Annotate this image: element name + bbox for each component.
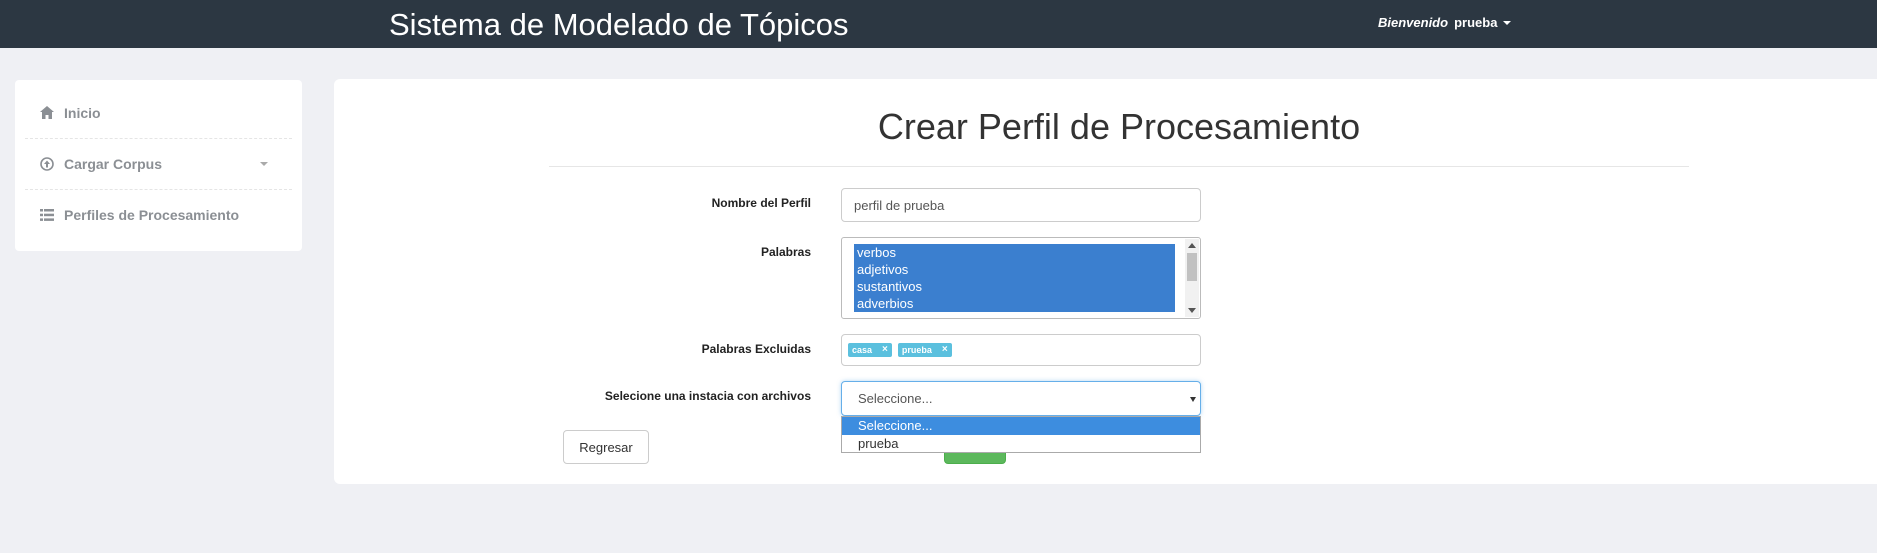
top-navbar: Sistema de Modelado de Tópicos Bienvenid… xyxy=(0,0,1877,48)
welcome-text: Bienvenido xyxy=(1378,15,1449,30)
close-icon[interactable]: × xyxy=(942,343,948,357)
sidebar-item-label: Perfiles de Procesamiento xyxy=(64,207,240,223)
upload-icon xyxy=(39,157,55,171)
list-item[interactable]: adverbios xyxy=(854,295,1175,312)
list-icon xyxy=(39,208,55,222)
home-icon xyxy=(39,106,55,120)
app-title[interactable]: Sistema de Modelado de Tópicos xyxy=(389,7,849,43)
list-item[interactable]: sustantivos xyxy=(854,278,1175,295)
title-divider xyxy=(549,166,1689,167)
tag-label: casa xyxy=(852,345,873,355)
instance-dropdown-list: Seleccione... prueba xyxy=(841,416,1201,453)
instance-select[interactable]: Seleccione... xyxy=(841,381,1201,416)
chevron-down-icon xyxy=(1190,397,1196,402)
sidebar-item-cargar-corpus[interactable]: Cargar Corpus xyxy=(25,138,292,189)
sidebar-item-label: Inicio xyxy=(64,104,101,121)
page-title: Crear Perfil de Procesamiento xyxy=(877,106,1361,147)
sidebar-item-inicio[interactable]: Inicio xyxy=(25,87,292,138)
words-label: Palabras xyxy=(760,245,811,259)
close-icon[interactable]: × xyxy=(882,343,888,357)
words-multiselect[interactable]: verbos adjetivos sustantivos adverbios xyxy=(841,237,1201,319)
chevron-down-icon xyxy=(1503,20,1512,25)
scrollbar[interactable] xyxy=(1185,239,1199,317)
sidebar: Inicio Cargar Corpus Perfiles de Procesa… xyxy=(15,80,302,251)
username: prueba xyxy=(1454,15,1498,30)
excluded-words-label: Palabras Excluidas xyxy=(701,342,811,356)
user-menu[interactable]: Bienvenido prueba xyxy=(1378,15,1512,30)
chevron-down-icon[interactable] xyxy=(1188,308,1196,313)
list-item[interactable]: verbos xyxy=(854,244,1175,261)
tag-label: prueba xyxy=(901,345,932,355)
excluded-words-tags-input[interactable]: casa × prueba × xyxy=(841,334,1201,366)
dropdown-option[interactable]: prueba xyxy=(842,435,1200,453)
tag: casa × xyxy=(848,343,892,357)
profile-name-label: Nombre del Perfil xyxy=(711,196,811,210)
dropdown-option[interactable]: Seleccione... xyxy=(842,417,1200,435)
sidebar-item-label: Cargar Corpus xyxy=(64,156,163,172)
instance-label: Selecione una instacia con archivos xyxy=(604,389,811,403)
scrollbar-thumb[interactable] xyxy=(1187,253,1197,281)
profile-name-field[interactable]: perfil de prueba xyxy=(841,188,1201,222)
list-item[interactable]: adjetivos xyxy=(854,261,1175,278)
sidebar-item-perfiles[interactable]: Perfiles de Procesamiento xyxy=(25,189,292,240)
chevron-down-icon xyxy=(260,162,268,166)
tag: prueba × xyxy=(897,343,952,357)
chevron-up-icon[interactable] xyxy=(1188,243,1196,248)
back-button[interactable]: Regresar xyxy=(563,430,649,464)
instance-select-value: Seleccione... xyxy=(858,391,933,406)
